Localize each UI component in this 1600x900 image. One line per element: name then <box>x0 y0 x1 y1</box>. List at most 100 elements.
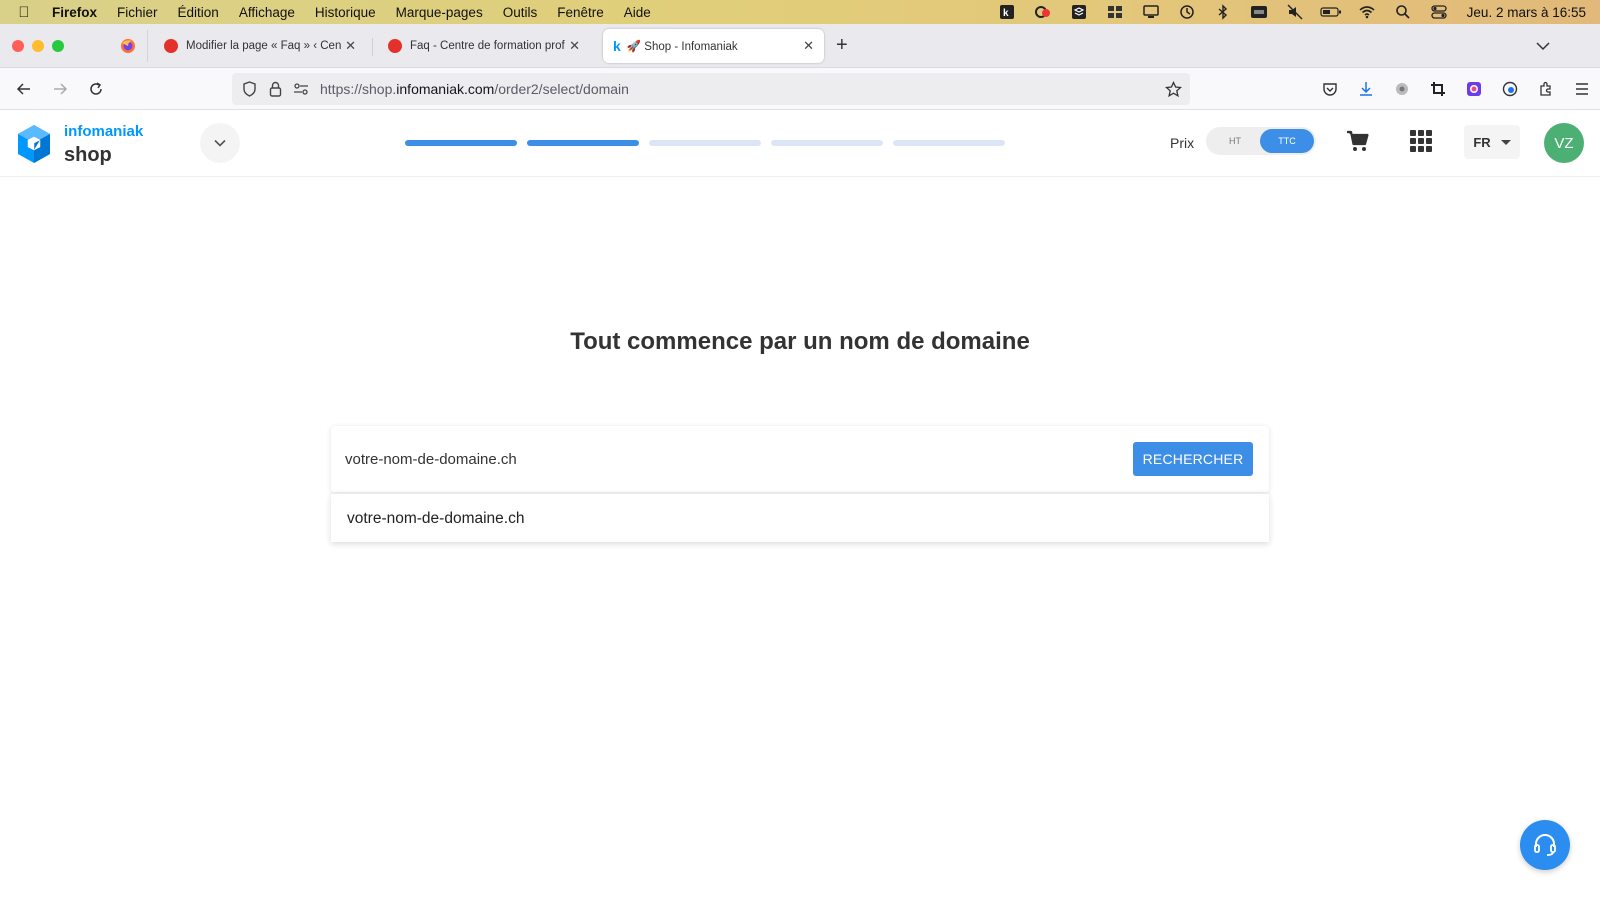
progress-step <box>527 140 639 146</box>
pinned-tab-firefox[interactable] <box>108 30 148 62</box>
spotlight-icon[interactable] <box>1385 0 1421 24</box>
url-bar[interactable]: https://shop.infomaniak.com/order2/selec… <box>232 73 1190 105</box>
crop-icon <box>1431 82 1445 96</box>
dropzone-icon[interactable] <box>1097 0 1133 24</box>
creative-cloud-icon[interactable] <box>1025 0 1061 24</box>
page-title: Tout commence par un nom de domaine <box>570 328 1030 355</box>
mute-icon[interactable] <box>1277 0 1313 24</box>
brand-name: infomaniak <box>64 122 144 140</box>
kchat-icon[interactable]: k <box>989 0 1025 24</box>
tab-bar: Modifier la page « Faq » ‹ Centre ✕ Faq … <box>0 24 1600 68</box>
minimize-window-button[interactable] <box>32 40 44 52</box>
autocomplete-dropdown: votre-nom-de-domaine.ch <box>331 493 1269 542</box>
extension-gear-button[interactable] <box>1392 77 1412 101</box>
fullscreen-window-button[interactable] <box>52 40 64 52</box>
close-tab-icon[interactable]: ✕ <box>345 38 356 54</box>
gear-icon <box>1396 83 1408 95</box>
price-ht-ttc-toggle[interactable]: HT TTC <box>1206 127 1316 155</box>
price-option-ht[interactable]: HT <box>1208 129 1262 153</box>
puzzle-icon <box>1540 81 1551 96</box>
arrow-left-icon <box>16 83 30 95</box>
language-code: FR <box>1473 134 1491 150</box>
back-button[interactable] <box>14 79 34 99</box>
lock-icon[interactable] <box>262 73 288 105</box>
privacy-extension-button[interactable] <box>1500 77 1520 101</box>
control-center-icon[interactable] <box>1421 0 1457 24</box>
menu-affichage[interactable]: Affichage <box>229 5 305 20</box>
tab-shop-infomaniak[interactable]: k 🚀 Shop - Infomaniak ✕ <box>603 29 824 63</box>
app-menu-button[interactable] <box>1572 77 1592 101</box>
crop-extension-button[interactable] <box>1428 77 1448 101</box>
menubar-clock[interactable]: Jeu. 2 mars à 16:55 <box>1457 5 1586 20</box>
download-icon <box>1360 82 1372 96</box>
tracking-protection-shield-icon[interactable] <box>236 73 262 105</box>
price-option-ttc[interactable]: TTC <box>1260 129 1314 153</box>
downloads-button[interactable] <box>1356 77 1376 101</box>
wifi-icon[interactable] <box>1349 0 1385 24</box>
domain-search-input[interactable] <box>345 442 1105 476</box>
menu-fenetre[interactable]: Fenêtre <box>547 5 614 20</box>
reload-icon <box>90 82 102 95</box>
progress-step <box>893 140 1005 146</box>
menu-historique[interactable]: Historique <box>305 5 386 20</box>
apple-icon[interactable]:  <box>0 4 48 21</box>
order-progress-steps <box>405 140 1005 146</box>
search-button[interactable]: RECHERCHER <box>1133 442 1253 476</box>
star-icon <box>1164 80 1182 97</box>
close-tab-icon[interactable]: ✕ <box>569 38 580 54</box>
close-tab-icon[interactable]: ✕ <box>803 38 814 54</box>
tab-title: 🚀 Shop - Infomaniak <box>626 41 738 53</box>
menu-fichier[interactable]: Fichier <box>107 5 168 20</box>
url-text: https://shop.infomaniak.com/order2/selec… <box>314 81 629 97</box>
display-icon[interactable] <box>1133 0 1169 24</box>
extensions-button[interactable] <box>1536 77 1556 101</box>
tab-title: Faq - Centre de formation profess <box>410 40 565 52</box>
cart-icon[interactable] <box>1346 129 1370 153</box>
bookmark-star-button[interactable] <box>1156 73 1190 105</box>
progress-step <box>771 140 883 146</box>
window-controls <box>12 40 64 52</box>
tab-divider <box>372 38 373 56</box>
infomaniak-k-icon: k <box>613 38 621 54</box>
menu-aide[interactable]: Aide <box>614 5 661 20</box>
privacy-badger-icon <box>1502 81 1518 97</box>
close-window-button[interactable] <box>12 40 24 52</box>
red-dot-favicon-icon <box>164 39 178 53</box>
list-all-tabs-button[interactable] <box>1536 38 1550 56</box>
apps-grid-icon[interactable] <box>1409 129 1433 153</box>
menu-edition[interactable]: Édition <box>168 5 229 20</box>
bluetooth-icon[interactable] <box>1205 0 1241 24</box>
battery-icon[interactable] <box>1313 0 1349 24</box>
pocket-icon <box>1323 83 1337 96</box>
color-extension-button[interactable] <box>1464 77 1484 101</box>
permissions-icon[interactable] <box>288 73 314 105</box>
time-machine-icon[interactable] <box>1169 0 1205 24</box>
progress-step <box>405 140 517 146</box>
tab-modifier-faq[interactable]: Modifier la page « Faq » ‹ Centre ✕ <box>154 29 366 63</box>
product-menu-button[interactable] <box>200 123 240 163</box>
url-path: /order2/select/domain <box>494 81 629 97</box>
forward-button[interactable] <box>50 79 70 99</box>
support-chat-button[interactable] <box>1520 820 1570 870</box>
tab-faq-centre[interactable]: Faq - Centre de formation profess ✕ <box>378 29 590 63</box>
toolbar-extensions <box>1320 77 1592 101</box>
menu-outils[interactable]: Outils <box>493 5 548 20</box>
brand-subtitle: shop <box>64 143 112 166</box>
domain-search-box: RECHERCHER <box>331 426 1269 492</box>
headset-icon <box>1534 834 1556 856</box>
progress-step <box>649 140 761 146</box>
new-tab-button[interactable]: + <box>836 34 848 57</box>
infomaniak-shop-logo[interactable]: infomaniak shop <box>16 123 143 165</box>
reload-button[interactable] <box>86 79 106 99</box>
caret-down-icon <box>1500 139 1511 145</box>
language-selector[interactable]: FR <box>1464 125 1520 159</box>
layers-icon[interactable] <box>1061 0 1097 24</box>
pocket-button[interactable] <box>1320 77 1340 101</box>
autocomplete-suggestion[interactable]: votre-nom-de-domaine.ch <box>347 510 524 528</box>
user-avatar[interactable]: VZ <box>1544 123 1584 163</box>
menu-marque-pages[interactable]: Marque-pages <box>386 5 493 20</box>
price-label: Prix <box>1170 135 1195 151</box>
tab-title: Modifier la page « Faq » ‹ Centre <box>186 40 342 52</box>
menu-app-firefox[interactable]: Firefox <box>48 5 107 20</box>
cifr-icon[interactable] <box>1241 0 1277 24</box>
